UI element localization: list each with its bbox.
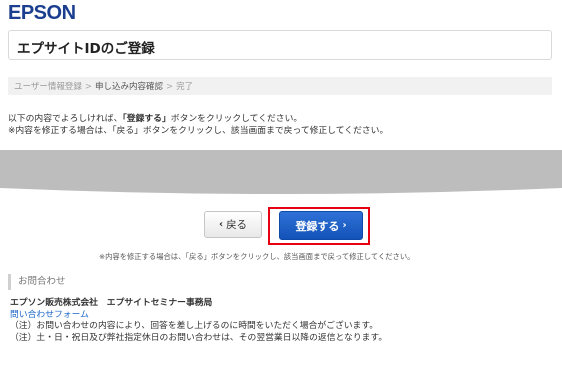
breadcrumb: ユーザー情報登録 > 申し込み内容確認 > 完了 xyxy=(8,77,552,95)
chevron-left-icon: ‹ xyxy=(218,219,224,230)
submit-button[interactable]: 登録する › xyxy=(279,211,363,240)
contact-org: エプソン販売株式会社 エプサイトセミナー事務局 xyxy=(10,298,213,308)
contact-note: （注）お問い合わせの内容により、回答を差し上げるのに時間をいただく場合がございま… xyxy=(10,321,379,331)
contact-info: エプソン販売株式会社 エプサイトセミナー事務局 問い合わせフォーム （注）お問い… xyxy=(10,298,387,344)
breadcrumb-step-confirm: 申し込み内容確認 xyxy=(94,82,163,92)
notice-line-1: 以下の内容でよろしければ、「登録する」ボタンをクリックしてください。 xyxy=(8,113,388,125)
back-button-label: 戻る xyxy=(226,219,248,231)
contact-note: （注）土・日・祝日及び弊社指定休日のお問い合わせは、その翌営業日以降の返信となり… xyxy=(10,332,388,343)
back-button[interactable]: ‹ 戻る xyxy=(204,211,262,238)
page-title: エプサイトIDのご登録 xyxy=(17,41,155,57)
contact-form-link[interactable]: 問い合わせフォーム xyxy=(10,310,89,320)
notice-text: 以下の内容でよろしければ、 xyxy=(8,114,123,124)
breadcrumb-separator: > xyxy=(84,82,92,92)
breadcrumb-step-complete: 完了 xyxy=(176,82,194,92)
notice-text: ボタンをクリックしてください。 xyxy=(170,114,303,124)
page-title-box: エプサイトIDのご登録 xyxy=(8,30,552,60)
notice-line-2: ※内容を修正する場合は、「戻る」ボタンをクリックし、該当画面まで戻って修正してく… xyxy=(8,126,389,136)
confirm-notice: 以下の内容でよろしければ、「登録する」ボタンをクリックしてください。 ※内容を修… xyxy=(8,113,388,137)
content-band-divider xyxy=(0,150,562,194)
submit-button-label: 登録する xyxy=(295,219,340,233)
notice-emphasis: 「登録する」 xyxy=(122,114,171,124)
breadcrumb-separator: > xyxy=(165,82,174,92)
chevron-right-icon: › xyxy=(342,220,347,231)
breadcrumb-step-user-info: ユーザー情報登録 xyxy=(14,82,82,92)
epson-logo[interactable]: EPSON xyxy=(8,2,76,25)
contact-heading: お問合わせ xyxy=(8,274,66,290)
back-footnote: ※内容を修正する場合は、「戻る」ボタンをクリックし、該当画面まで戻って修正してく… xyxy=(99,252,415,261)
